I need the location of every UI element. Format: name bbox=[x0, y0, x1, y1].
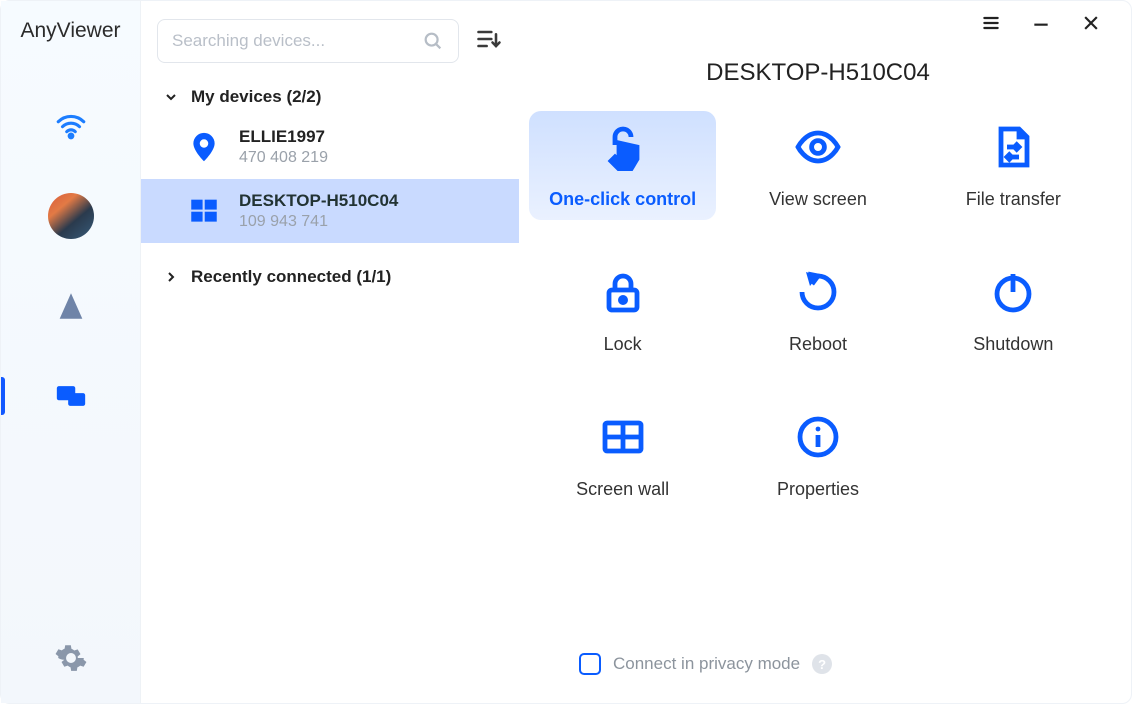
group-label: Recently connected (1/1) bbox=[191, 267, 391, 287]
action-label: Screen wall bbox=[576, 479, 669, 500]
search-box bbox=[157, 19, 459, 63]
nav-settings[interactable] bbox=[1, 613, 140, 703]
mirror-icon bbox=[54, 289, 88, 323]
action-label: File transfer bbox=[966, 189, 1061, 210]
device-row-ellie[interactable]: ELLIE1997 470 408 219 bbox=[141, 115, 519, 179]
grid-icon bbox=[599, 413, 647, 461]
action-label: One-click control bbox=[549, 189, 696, 210]
monitors-icon bbox=[54, 379, 88, 413]
minimize-button[interactable] bbox=[1031, 13, 1051, 38]
search-input[interactable] bbox=[172, 31, 422, 51]
group-recent[interactable]: Recently connected (1/1) bbox=[141, 243, 519, 295]
close-button[interactable] bbox=[1081, 13, 1101, 38]
action-screen-wall[interactable]: Screen wall bbox=[529, 401, 716, 510]
sort-icon bbox=[475, 25, 503, 53]
menu-button[interactable] bbox=[981, 13, 1001, 38]
nav-mirror[interactable] bbox=[1, 261, 140, 351]
group-label: My devices (2/2) bbox=[191, 87, 321, 107]
action-label: Properties bbox=[777, 479, 859, 500]
action-label: Shutdown bbox=[973, 334, 1053, 355]
action-properties[interactable]: Properties bbox=[724, 401, 911, 510]
minimize-icon bbox=[1031, 13, 1051, 33]
chevron-down-icon bbox=[163, 89, 179, 105]
privacy-row: Connect in privacy mode ? bbox=[529, 643, 1107, 703]
action-lock[interactable]: Lock bbox=[529, 256, 716, 365]
action-grid: One-click control View screen File trans… bbox=[529, 111, 1107, 510]
device-name: DESKTOP-H510C04 bbox=[239, 191, 398, 211]
lock-icon bbox=[599, 268, 647, 316]
action-one-click-control[interactable]: One-click control bbox=[529, 111, 716, 220]
search-icon bbox=[422, 30, 444, 52]
location-pin-icon bbox=[187, 130, 221, 164]
privacy-label: Connect in privacy mode bbox=[613, 654, 800, 674]
nav-connect[interactable] bbox=[1, 81, 140, 171]
close-icon bbox=[1081, 13, 1101, 33]
wifi-icon bbox=[54, 109, 88, 143]
eye-icon bbox=[794, 123, 842, 171]
hamburger-icon bbox=[981, 13, 1001, 33]
device-row-desktop[interactable]: DESKTOP-H510C04 109 943 741 bbox=[141, 179, 519, 243]
action-view-screen[interactable]: View screen bbox=[724, 111, 911, 220]
sidebar: AnyViewer bbox=[1, 1, 141, 703]
window-controls bbox=[529, 1, 1107, 49]
nav-devices[interactable] bbox=[1, 351, 140, 441]
info-icon bbox=[794, 413, 842, 461]
gear-icon bbox=[54, 641, 88, 675]
devices-column: My devices (2/2) ELLIE1997 470 408 219 bbox=[141, 1, 519, 703]
help-icon[interactable]: ? bbox=[812, 654, 832, 674]
privacy-checkbox[interactable] bbox=[579, 653, 601, 675]
action-label: View screen bbox=[769, 189, 867, 210]
action-shutdown[interactable]: Shutdown bbox=[920, 256, 1107, 365]
action-label: Reboot bbox=[789, 334, 847, 355]
avatar-icon bbox=[48, 193, 94, 239]
sort-button[interactable] bbox=[475, 25, 503, 58]
windows-icon bbox=[187, 194, 221, 228]
device-name: ELLIE1997 bbox=[239, 127, 328, 147]
power-icon bbox=[989, 268, 1037, 316]
device-id: 470 408 219 bbox=[239, 149, 328, 167]
device-id: 109 943 741 bbox=[239, 213, 398, 231]
file-transfer-icon bbox=[989, 123, 1037, 171]
chevron-right-icon bbox=[163, 269, 179, 285]
right-pane: DESKTOP-H510C04 One-click control View s… bbox=[519, 1, 1131, 703]
nav-profile[interactable] bbox=[1, 171, 140, 261]
selected-device-title: DESKTOP-H510C04 bbox=[529, 59, 1107, 87]
tap-icon bbox=[599, 123, 647, 171]
brand-label: AnyViewer bbox=[21, 19, 121, 43]
group-my-devices[interactable]: My devices (2/2) bbox=[141, 63, 519, 115]
action-label: Lock bbox=[604, 334, 642, 355]
reboot-icon bbox=[794, 268, 842, 316]
action-file-transfer[interactable]: File transfer bbox=[920, 111, 1107, 220]
action-reboot[interactable]: Reboot bbox=[724, 256, 911, 365]
